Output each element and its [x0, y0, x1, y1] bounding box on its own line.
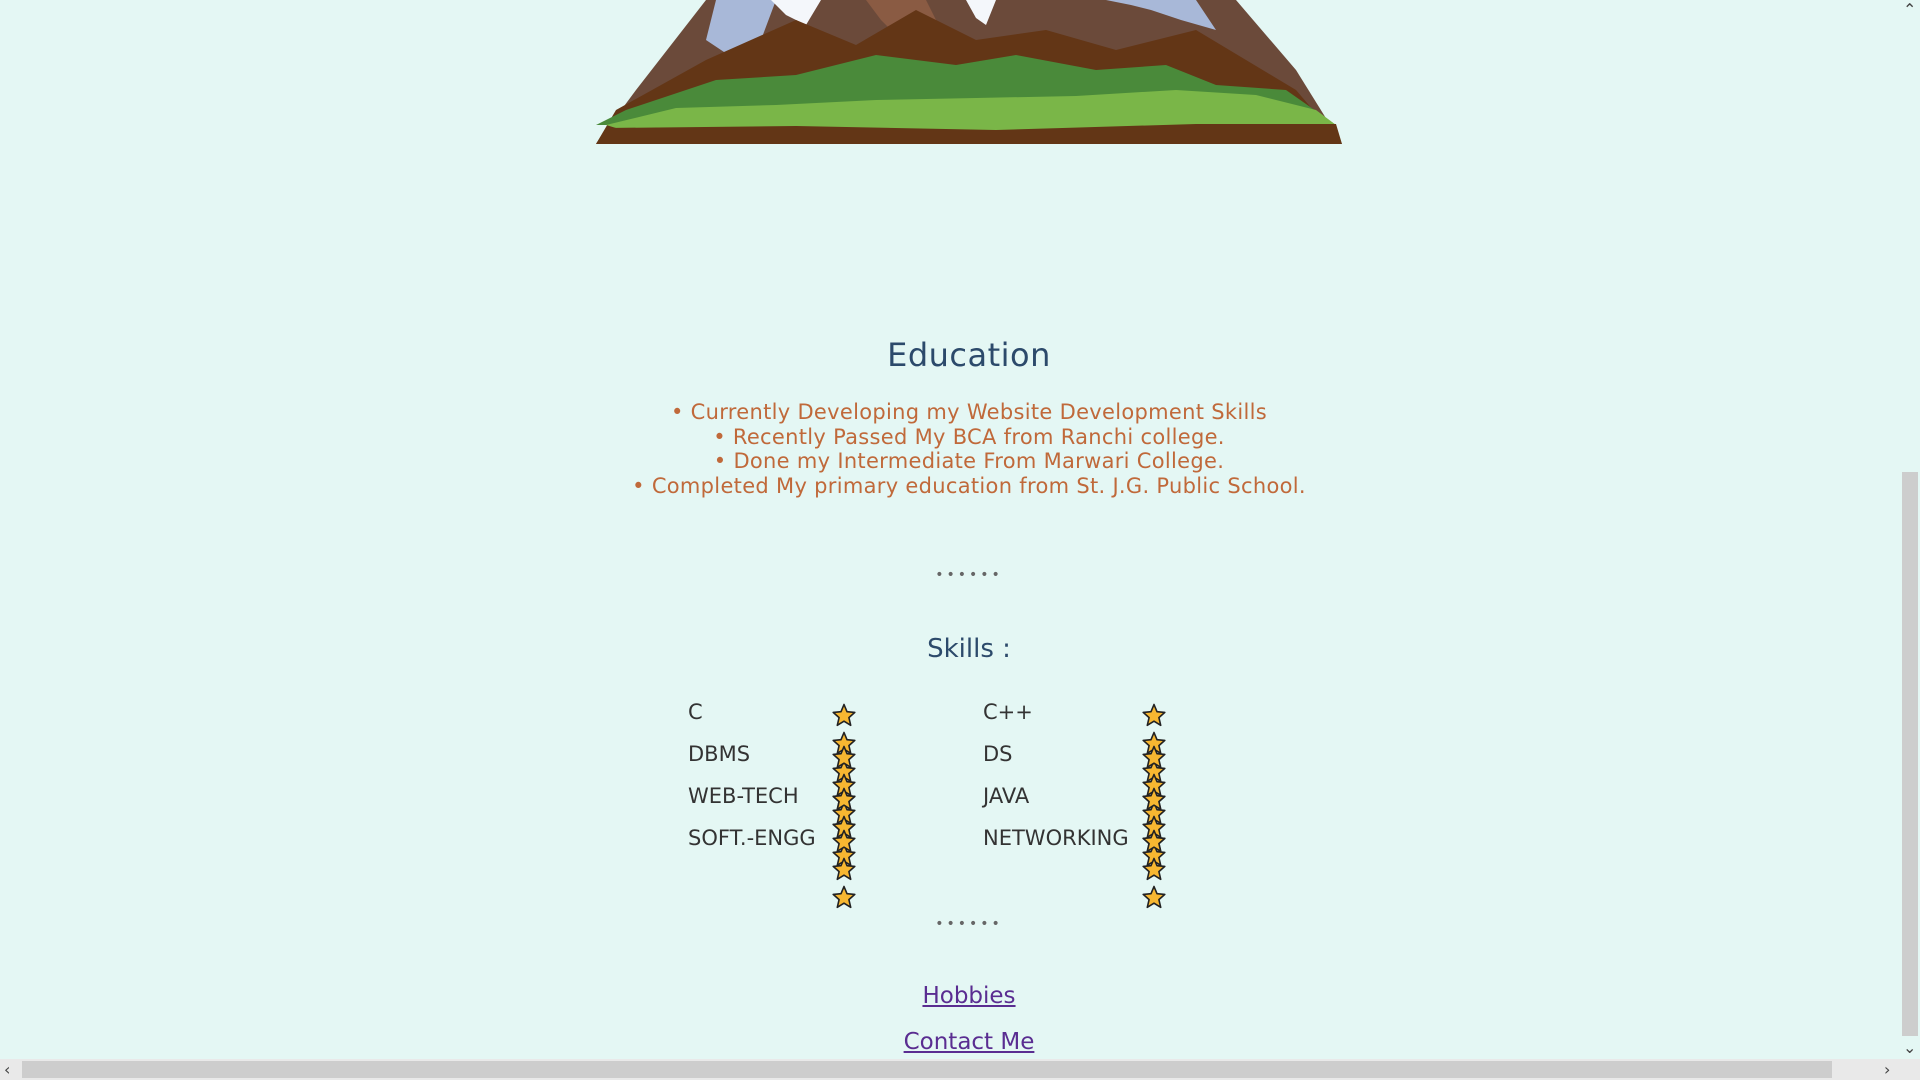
star-icon [832, 885, 856, 909]
skill-name: JAVA [983, 784, 1030, 808]
education-item: Done my Intermediate From Marwari Colleg… [0, 449, 1899, 474]
star-icon [1142, 745, 1166, 769]
education-item: Currently Developing my Website Developm… [0, 400, 1899, 425]
section-separator: •••••• [935, 916, 1003, 932]
skill-name: DS [983, 742, 1013, 766]
skill-rating [1142, 787, 1170, 867]
horizontal-scrollbar-thumb[interactable] [22, 1061, 1832, 1078]
skill-rating [1142, 703, 1170, 811]
mountain-illustration [596, 0, 1342, 144]
star-icon [1142, 829, 1166, 853]
hobbies-link[interactable]: Hobbies [922, 983, 1015, 1009]
star-icon [832, 745, 856, 769]
education-heading: Education [887, 336, 1051, 374]
star-icon [1142, 703, 1166, 727]
page-content: Education Currently Developing my Websit… [0, 0, 1899, 1059]
skill-rating [1142, 829, 1170, 909]
star-icon [1142, 857, 1166, 881]
skill-name: SOFT.-ENGG [688, 826, 816, 850]
scrollbar-corner [1899, 1059, 1920, 1080]
contact-me-link[interactable]: Contact Me [904, 1029, 1035, 1055]
chevron-down-icon[interactable]: ⌄ [1903, 1040, 1916, 1056]
skill-rating [1142, 745, 1170, 853]
chevron-up-icon[interactable]: ⌃ [1903, 2, 1916, 18]
skill-rating [832, 703, 860, 839]
chevron-left-icon[interactable]: ‹ [4, 1062, 10, 1078]
skills-heading: Skills : [927, 634, 1011, 664]
contact-link-row: Contact Me [0, 1029, 1899, 1055]
star-icon [832, 703, 856, 727]
star-icon [832, 787, 856, 811]
education-item: Completed My primary education from St. … [0, 474, 1899, 499]
vertical-scrollbar-thumb[interactable] [1902, 472, 1918, 1036]
skill-rating [832, 745, 860, 825]
star-icon [1142, 885, 1166, 909]
education-list: Currently Developing my Website Developm… [0, 400, 1899, 498]
skill-name: C [688, 700, 703, 724]
hobbies-link-row: Hobbies [0, 983, 1899, 1009]
section-separator: •••••• [935, 567, 1003, 583]
skill-rating [832, 787, 860, 867]
chevron-right-icon[interactable]: › [1884, 1062, 1890, 1078]
skill-name: NETWORKING [983, 826, 1129, 850]
star-icon [832, 857, 856, 881]
star-icon [1142, 787, 1166, 811]
skill-name: DBMS [688, 742, 751, 766]
education-item: Recently Passed My BCA from Ranchi colle… [0, 425, 1899, 450]
skill-name: C++ [983, 700, 1033, 724]
skill-rating [832, 829, 860, 909]
star-icon [832, 829, 856, 853]
skill-name: WEB-TECH [688, 784, 799, 808]
